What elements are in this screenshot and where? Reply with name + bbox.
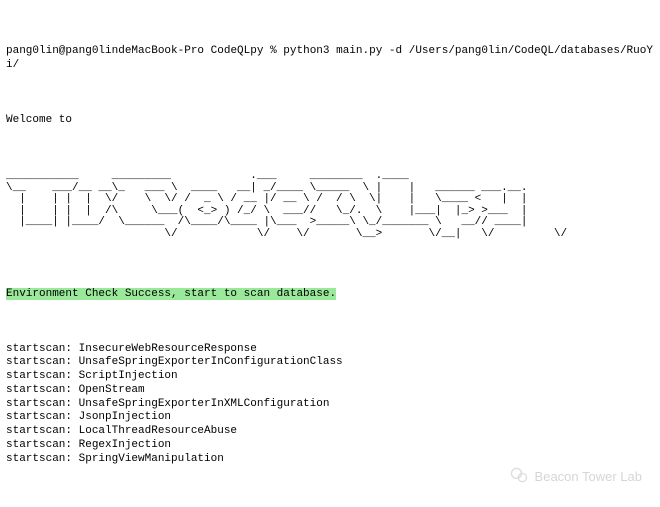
terminal-output[interactable]: pang0lin@pang0lindeMacBook-Pro CodeQLpy … — [0, 0, 660, 507]
prompt-user-host: pang0lin@pang0lindeMacBook-Pro — [6, 45, 204, 57]
scan-block-1: startscan: InsecureWebResourceResponsest… — [6, 343, 654, 467]
scan-line: startscan: RegexInjection — [6, 439, 654, 453]
scan-line: startscan: SpringViewManipulation — [6, 453, 654, 467]
prompt-cwd: CodeQLpy — [211, 45, 264, 57]
welcome-line: Welcome to — [6, 114, 654, 128]
prompt-symbol: % — [270, 45, 277, 57]
scan-line: startscan: UnsafeSpringExporterInXMLConf… — [6, 398, 654, 412]
env-check-line: Environment Check Success, start to scan… — [6, 288, 654, 302]
scan-line: startscan: JsonpInjection — [6, 411, 654, 425]
scan-line: startscan: ScriptInjection — [6, 370, 654, 384]
scan-line: startscan: LocalThreadResourceAbuse — [6, 425, 654, 439]
env-check-text: Environment Check Success, start to scan… — [6, 288, 336, 300]
ascii-art-banner: ___________ _________ .___ ________ .___… — [6, 171, 654, 240]
scan-line: startscan: OpenStream — [6, 384, 654, 398]
scan-line: startscan: InsecureWebResourceResponse — [6, 343, 654, 357]
prompt-line: pang0lin@pang0lindeMacBook-Pro CodeQLpy … — [6, 45, 654, 73]
scan-line: startscan: UnsafeSpringExporterInConfigu… — [6, 356, 654, 370]
